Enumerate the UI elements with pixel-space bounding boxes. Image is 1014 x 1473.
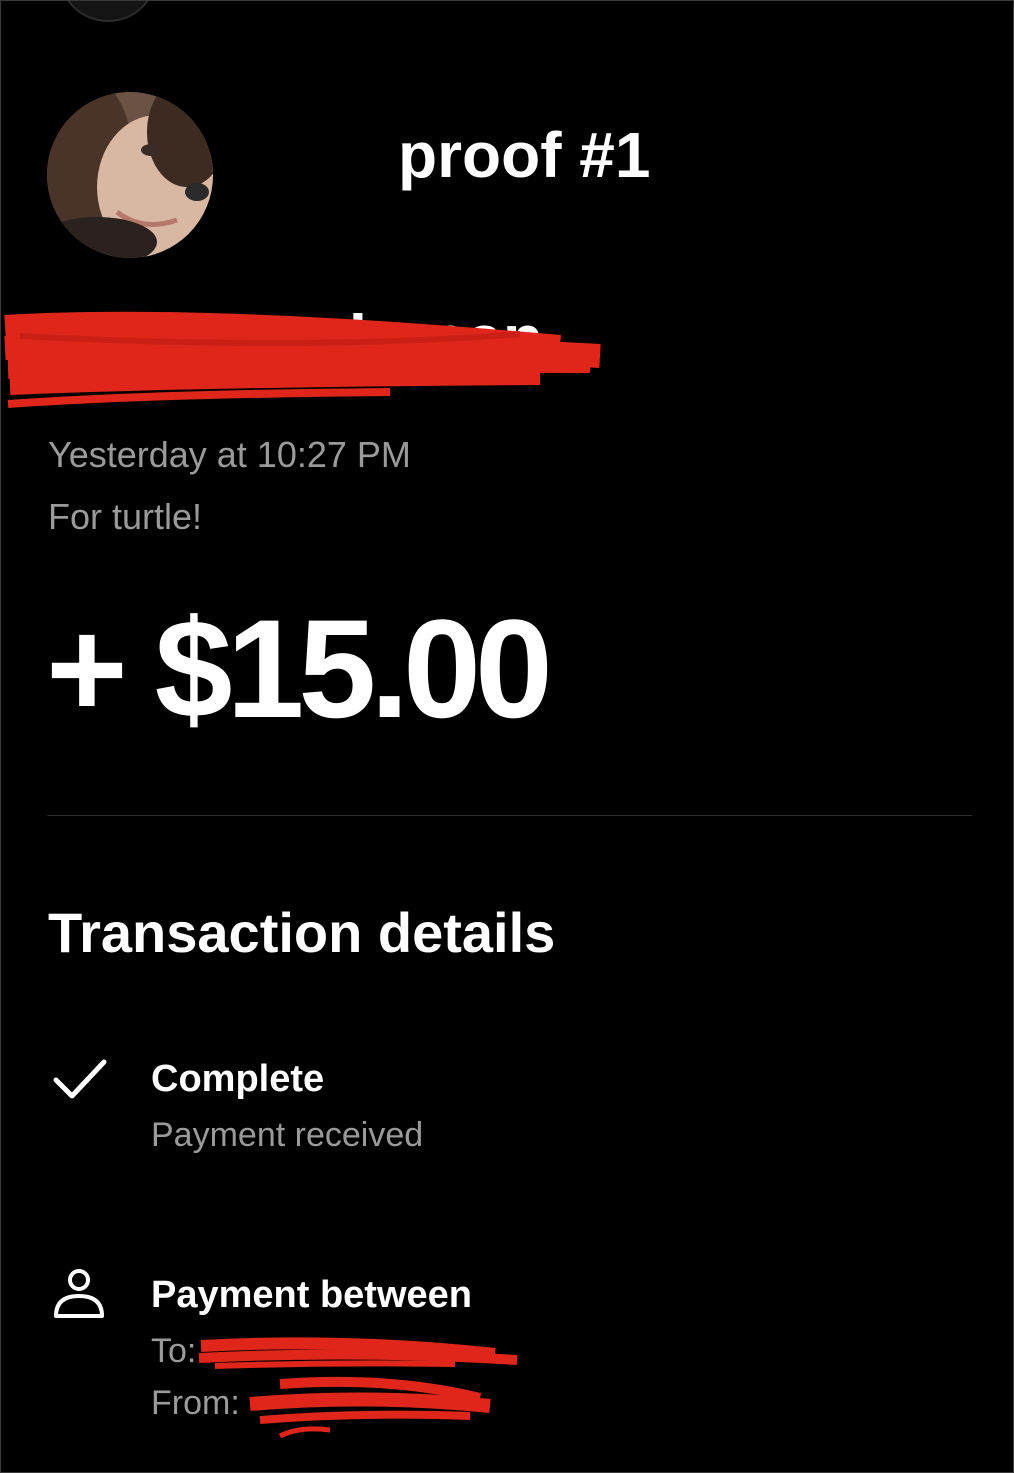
to-redaction-scribble xyxy=(198,1337,518,1369)
transaction-note: For turtle! xyxy=(48,496,203,537)
status-subtitle: Payment received xyxy=(151,1116,424,1154)
sender-name: Riley Buchanan xyxy=(48,301,544,375)
transaction-amount: + $15.00 xyxy=(46,590,553,747)
avatar-photo xyxy=(47,92,213,258)
check-icon xyxy=(53,1059,107,1099)
avatar[interactable] xyxy=(47,92,213,258)
section-title: Transaction details xyxy=(48,901,556,964)
from-redaction-scribble xyxy=(249,1376,491,1439)
divider xyxy=(47,815,972,816)
caption-text: proof #1 xyxy=(398,119,651,191)
from-label: From: xyxy=(151,1384,240,1422)
back-button[interactable] xyxy=(58,0,158,22)
person-icon xyxy=(54,1269,104,1318)
status-title: Complete xyxy=(151,1058,325,1100)
parties-title: Payment between xyxy=(151,1274,472,1316)
transaction-timestamp: Yesterday at 10:27 PM xyxy=(48,434,411,475)
transaction-detail-screen: proof #1 Riley Buchanan Yesterday at 10:… xyxy=(0,0,1014,1473)
to-label: To: xyxy=(151,1332,197,1370)
